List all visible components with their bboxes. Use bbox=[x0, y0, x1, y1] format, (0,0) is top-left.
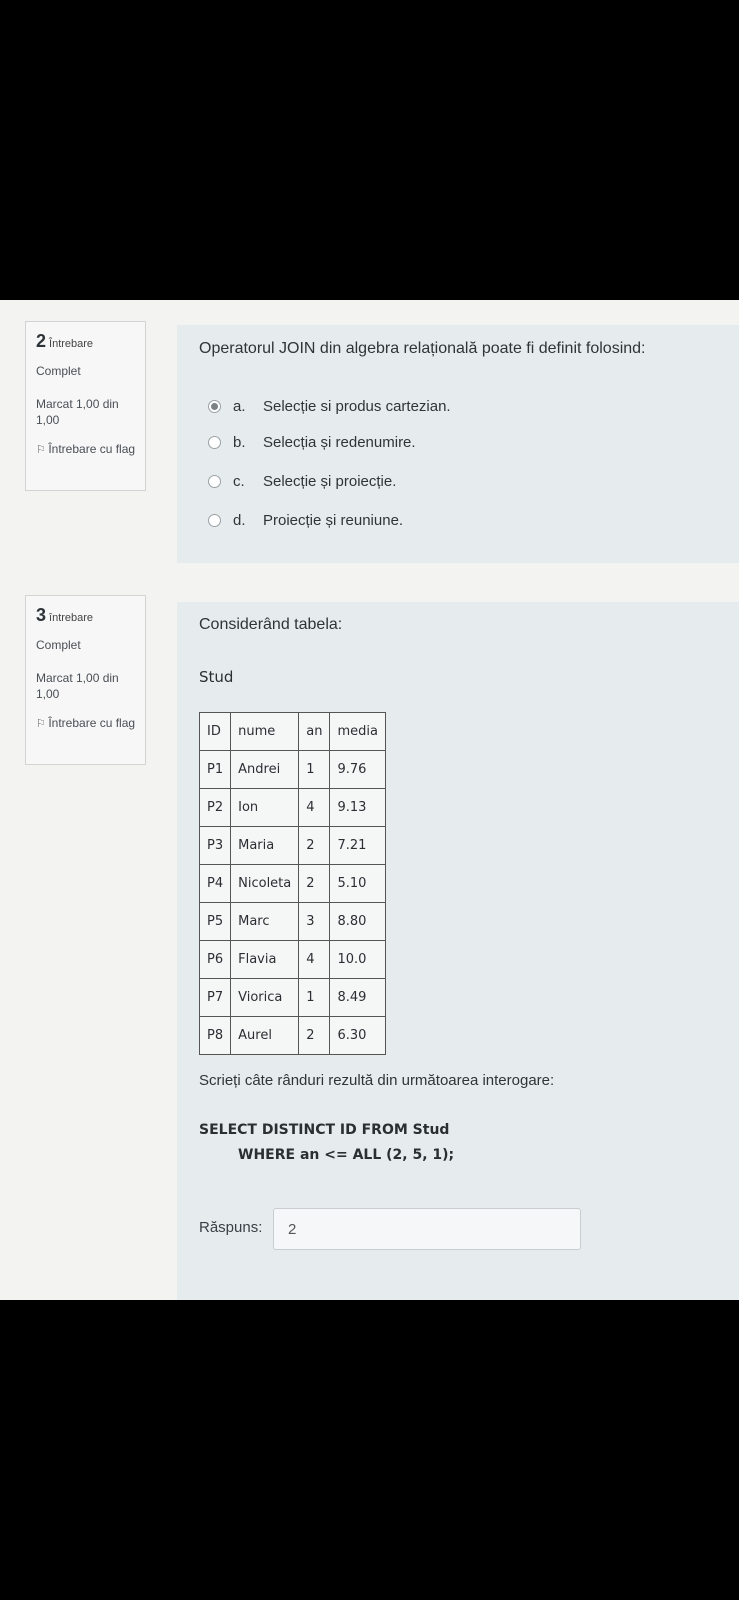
table-cell: 9.76 bbox=[329, 750, 386, 789]
table-cell: Ion bbox=[230, 788, 300, 827]
question-grade: Marcat 1,00 din 1,00 bbox=[36, 397, 119, 427]
column-header: an bbox=[298, 712, 331, 751]
flag-question-link[interactable]: ⚐ Întrebare cu flag bbox=[36, 714, 145, 734]
table-cell: Marc bbox=[230, 902, 300, 941]
table-cell: 4 bbox=[298, 788, 331, 827]
table-cell: 2 bbox=[298, 864, 331, 903]
answer-input[interactable] bbox=[273, 1208, 581, 1250]
table-row: P6 Flavia 4 10.0 bbox=[198, 940, 386, 979]
table-cell: P4 bbox=[198, 864, 232, 903]
table-cell: P8 bbox=[198, 1016, 232, 1055]
option-letter: b. bbox=[233, 433, 246, 451]
table-row: P1 Andrei 1 9.76 bbox=[198, 750, 386, 789]
answer-option-d[interactable]: d. Proiecție și reuniune. bbox=[208, 509, 403, 531]
table-cell: 5.10 bbox=[329, 864, 386, 903]
column-header: nume bbox=[230, 712, 300, 751]
table-cell: P3 bbox=[198, 826, 232, 865]
table-name: Stud bbox=[199, 668, 234, 686]
question-text: Operatorul JOIN din algebra relațională … bbox=[199, 340, 646, 357]
table-row: P5 Marc 3 8.80 bbox=[198, 902, 386, 941]
table-cell: P7 bbox=[198, 978, 232, 1017]
question-prompt: Scrieți câte rânduri rezultă din următoa… bbox=[199, 1072, 555, 1089]
table-cell: 6.30 bbox=[329, 1016, 386, 1055]
option-letter: c. bbox=[233, 472, 245, 490]
option-label: Selecția și redenumire. bbox=[263, 433, 416, 451]
table-row: P4 Nicoleta 2 5.10 bbox=[198, 864, 386, 903]
table-cell: P2 bbox=[198, 788, 232, 827]
question-3-info: 3 întrebare Complet Marcat 1,00 din 1,00 … bbox=[25, 595, 146, 765]
answer-label: Răspuns: bbox=[199, 1219, 263, 1236]
table-cell: Aurel bbox=[230, 1016, 300, 1055]
table-cell: 2 bbox=[298, 1016, 331, 1055]
option-label: Proiecție și reuniune. bbox=[263, 511, 404, 529]
table-row: P8 Aurel 2 6.30 bbox=[198, 1016, 386, 1055]
table-cell: 2 bbox=[298, 826, 331, 865]
table-cell: 4 bbox=[298, 940, 331, 979]
radio-button[interactable] bbox=[208, 435, 221, 449]
column-header: media bbox=[329, 712, 386, 751]
table-cell: 8.49 bbox=[329, 978, 386, 1017]
flag-icon: ⚐ bbox=[36, 444, 46, 456]
question-intro: Considerând tabela: bbox=[199, 616, 343, 633]
flag-question-link[interactable]: ⚐ Întrebare cu flag bbox=[36, 440, 145, 460]
flag-icon: ⚐ bbox=[36, 718, 46, 730]
option-letter: a. bbox=[233, 397, 246, 415]
option-label: Selecție si produs cartezian. bbox=[263, 397, 451, 415]
question-state: Complet bbox=[36, 638, 81, 652]
table-cell: P1 bbox=[198, 750, 232, 789]
table-cell: Viorica bbox=[230, 978, 300, 1017]
table-cell: Andrei bbox=[230, 750, 300, 789]
question-3-content: Considerând tabela: Stud ID nume an media P… bbox=[177, 602, 739, 1300]
table-cell: Maria bbox=[230, 826, 300, 865]
question-2-info: 2 Întrebare Complet Marcat 1,00 din 1,00 … bbox=[25, 321, 146, 491]
question-state: Complet bbox=[36, 364, 81, 378]
quiz-page: 2 Întrebare Complet Marcat 1,00 din 1,00 … bbox=[0, 300, 739, 1300]
table-cell: Nicoleta bbox=[230, 864, 300, 903]
table-cell: 9.13 bbox=[329, 788, 386, 827]
sql-line-2: WHERE an <= ALL (2, 5, 1); bbox=[238, 1147, 455, 1163]
answer-option-b[interactable]: b. Selecția și redenumire. bbox=[208, 431, 416, 453]
table-cell: 1 bbox=[298, 750, 331, 789]
sql-line-1: SELECT DISTINCT ID FROM Stud bbox=[199, 1122, 450, 1138]
radio-button[interactable] bbox=[208, 513, 221, 527]
table-row: P7 Viorica 1 8.49 bbox=[198, 978, 386, 1017]
table-cell: 8.80 bbox=[329, 902, 386, 941]
table-cell: 7.21 bbox=[329, 826, 386, 865]
option-letter: d. bbox=[233, 511, 246, 529]
question-number: 2 Întrebare bbox=[36, 331, 94, 351]
table-cell: P5 bbox=[198, 902, 232, 941]
question-number: 3 întrebare bbox=[36, 605, 94, 625]
column-header: ID bbox=[198, 712, 232, 751]
table-cell: 10.0 bbox=[329, 940, 386, 979]
answer-option-c[interactable]: c. Selecție și proiecție. bbox=[208, 470, 396, 492]
table-cell: Flavia bbox=[230, 940, 300, 979]
answer-option-a[interactable]: a. Selecție si produs cartezian. bbox=[208, 395, 451, 417]
table-cell: 1 bbox=[298, 978, 331, 1017]
question-grade: Marcat 1,00 din 1,00 bbox=[36, 671, 119, 701]
radio-button[interactable] bbox=[208, 474, 221, 488]
option-label: Selecție și proiecție. bbox=[263, 472, 397, 490]
table-row: P3 Maria 2 7.21 bbox=[198, 826, 386, 865]
table-cell: P6 bbox=[198, 940, 232, 979]
table-cell: 3 bbox=[298, 902, 331, 941]
table-row: P2 Ion 4 9.13 bbox=[198, 788, 386, 827]
stud-table: ID nume an media P1 Andrei 1 9.76 P2 Ion 4 9.13 P3 M… bbox=[198, 712, 386, 1055]
question-2-content: Operatorul JOIN din algebra relațională … bbox=[177, 325, 739, 563]
radio-button[interactable] bbox=[208, 399, 221, 413]
